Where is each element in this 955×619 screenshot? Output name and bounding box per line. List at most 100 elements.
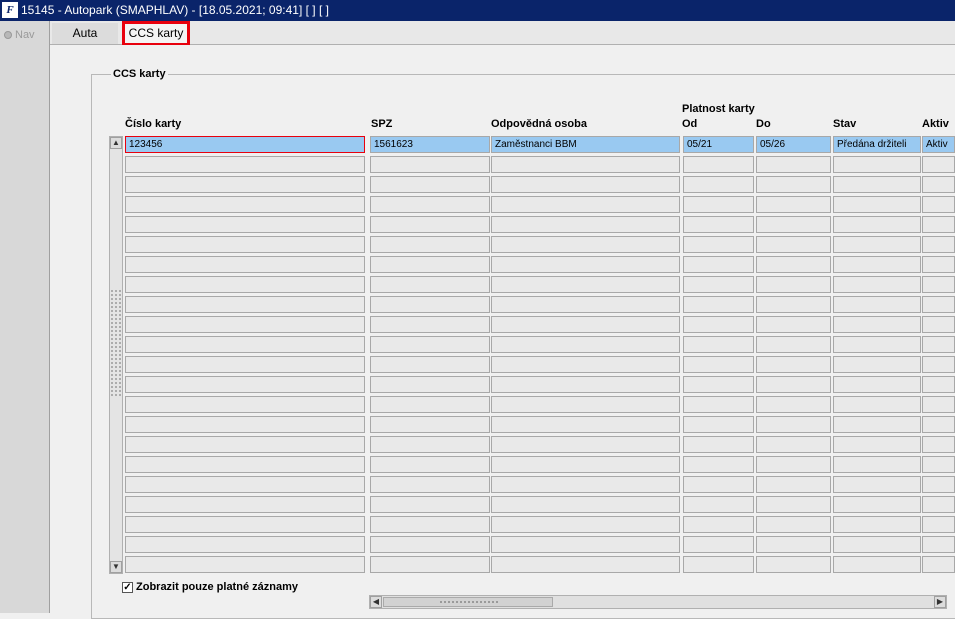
horizontal-scrollbar[interactable]: ◀ ▶ bbox=[369, 595, 947, 609]
cell-odpovedna-osoba[interactable] bbox=[491, 456, 680, 473]
cell-do[interactable] bbox=[756, 416, 831, 433]
cell-do[interactable] bbox=[756, 316, 831, 333]
cell-odpovedna-osoba[interactable] bbox=[491, 496, 680, 513]
cell-spz[interactable] bbox=[370, 276, 490, 293]
cell-spz[interactable] bbox=[370, 156, 490, 173]
cell-aktiv[interactable] bbox=[922, 436, 955, 453]
cell-cislo-karty[interactable] bbox=[125, 316, 365, 333]
cell-odpovedna-osoba[interactable]: Zaměstnanci BBM bbox=[491, 136, 680, 153]
cell-stav[interactable] bbox=[833, 336, 921, 353]
cell-stav[interactable] bbox=[833, 516, 921, 533]
cell-stav[interactable] bbox=[833, 476, 921, 493]
cell-stav[interactable] bbox=[833, 316, 921, 333]
cell-od[interactable] bbox=[683, 416, 754, 433]
cell-aktiv[interactable] bbox=[922, 396, 955, 413]
cell-odpovedna-osoba[interactable] bbox=[491, 176, 680, 193]
cell-spz[interactable] bbox=[370, 336, 490, 353]
cell-aktiv[interactable] bbox=[922, 456, 955, 473]
cell-spz[interactable] bbox=[370, 476, 490, 493]
cell-od[interactable] bbox=[683, 196, 754, 213]
cell-aktiv[interactable] bbox=[922, 296, 955, 313]
vertical-scroll-thumb[interactable] bbox=[110, 289, 122, 397]
cell-od[interactable] bbox=[683, 456, 754, 473]
cell-aktiv[interactable] bbox=[922, 336, 955, 353]
cell-aktiv[interactable] bbox=[922, 556, 955, 573]
cell-do[interactable] bbox=[756, 176, 831, 193]
cell-cislo-karty[interactable] bbox=[125, 276, 365, 293]
cell-stav[interactable] bbox=[833, 276, 921, 293]
scroll-up-icon[interactable]: ▲ bbox=[110, 137, 122, 149]
platne-zaznamy-filter[interactable]: ✓ Zobrazit pouze platné záznamy bbox=[122, 581, 298, 593]
cell-stav[interactable] bbox=[833, 536, 921, 553]
cell-do[interactable] bbox=[756, 516, 831, 533]
cell-stav[interactable] bbox=[833, 416, 921, 433]
cell-odpovedna-osoba[interactable] bbox=[491, 196, 680, 213]
cell-spz[interactable] bbox=[370, 396, 490, 413]
cell-odpovedna-osoba[interactable] bbox=[491, 216, 680, 233]
cell-odpovedna-osoba[interactable] bbox=[491, 296, 680, 313]
cell-aktiv[interactable]: Aktiv bbox=[922, 136, 955, 153]
cell-aktiv[interactable] bbox=[922, 476, 955, 493]
cell-do[interactable] bbox=[756, 276, 831, 293]
cell-od[interactable] bbox=[683, 496, 754, 513]
cell-spz[interactable] bbox=[370, 516, 490, 533]
tab-auta[interactable]: Auta bbox=[52, 23, 118, 44]
cell-spz[interactable] bbox=[370, 296, 490, 313]
cell-aktiv[interactable] bbox=[922, 416, 955, 433]
cell-do[interactable] bbox=[756, 256, 831, 273]
cell-odpovedna-osoba[interactable] bbox=[491, 356, 680, 373]
cell-aktiv[interactable] bbox=[922, 216, 955, 233]
cell-stav[interactable] bbox=[833, 356, 921, 373]
cell-aktiv[interactable] bbox=[922, 196, 955, 213]
cell-spz[interactable] bbox=[370, 556, 490, 573]
cell-odpovedna-osoba[interactable] bbox=[491, 316, 680, 333]
cell-cislo-karty[interactable] bbox=[125, 476, 365, 493]
cell-spz[interactable] bbox=[370, 216, 490, 233]
cell-cislo-karty[interactable] bbox=[125, 196, 365, 213]
cell-od[interactable] bbox=[683, 396, 754, 413]
cell-do[interactable] bbox=[756, 236, 831, 253]
cell-odpovedna-osoba[interactable] bbox=[491, 476, 680, 493]
cell-aktiv[interactable] bbox=[922, 356, 955, 373]
scroll-right-icon[interactable]: ▶ bbox=[934, 596, 946, 608]
cell-spz[interactable] bbox=[370, 316, 490, 333]
cell-stav[interactable] bbox=[833, 216, 921, 233]
horizontal-scroll-thumb[interactable] bbox=[383, 597, 553, 607]
cell-spz[interactable] bbox=[370, 456, 490, 473]
cell-cislo-karty[interactable] bbox=[125, 396, 365, 413]
cell-od[interactable] bbox=[683, 356, 754, 373]
cell-od[interactable]: 05/21 bbox=[683, 136, 754, 153]
cell-aktiv[interactable] bbox=[922, 376, 955, 393]
cell-od[interactable] bbox=[683, 516, 754, 533]
cell-stav[interactable] bbox=[833, 256, 921, 273]
cell-stav[interactable] bbox=[833, 496, 921, 513]
cell-odpovedna-osoba[interactable] bbox=[491, 256, 680, 273]
cell-cislo-karty[interactable] bbox=[125, 376, 365, 393]
cell-odpovedna-osoba[interactable] bbox=[491, 336, 680, 353]
cell-spz[interactable] bbox=[370, 196, 490, 213]
cell-od[interactable] bbox=[683, 536, 754, 553]
cell-od[interactable] bbox=[683, 316, 754, 333]
cell-spz[interactable]: 1561623 bbox=[370, 136, 490, 153]
cell-odpovedna-osoba[interactable] bbox=[491, 396, 680, 413]
cell-odpovedna-osoba[interactable] bbox=[491, 556, 680, 573]
nav-button[interactable]: Nav bbox=[4, 29, 35, 41]
cell-odpovedna-osoba[interactable] bbox=[491, 236, 680, 253]
cell-cislo-karty[interactable] bbox=[125, 156, 365, 173]
cell-odpovedna-osoba[interactable] bbox=[491, 276, 680, 293]
cell-do[interactable] bbox=[756, 216, 831, 233]
cell-odpovedna-osoba[interactable] bbox=[491, 516, 680, 533]
cell-stav[interactable]: Předána držiteli bbox=[833, 136, 921, 153]
cell-od[interactable] bbox=[683, 236, 754, 253]
cell-spz[interactable] bbox=[370, 536, 490, 553]
cell-spz[interactable] bbox=[370, 416, 490, 433]
cell-do[interactable] bbox=[756, 376, 831, 393]
cell-do[interactable] bbox=[756, 556, 831, 573]
cell-stav[interactable] bbox=[833, 236, 921, 253]
cell-do[interactable] bbox=[756, 356, 831, 373]
cell-cislo-karty[interactable] bbox=[125, 176, 365, 193]
cell-cislo-karty[interactable] bbox=[125, 496, 365, 513]
cell-odpovedna-osoba[interactable] bbox=[491, 376, 680, 393]
cell-do[interactable] bbox=[756, 476, 831, 493]
cell-od[interactable] bbox=[683, 336, 754, 353]
